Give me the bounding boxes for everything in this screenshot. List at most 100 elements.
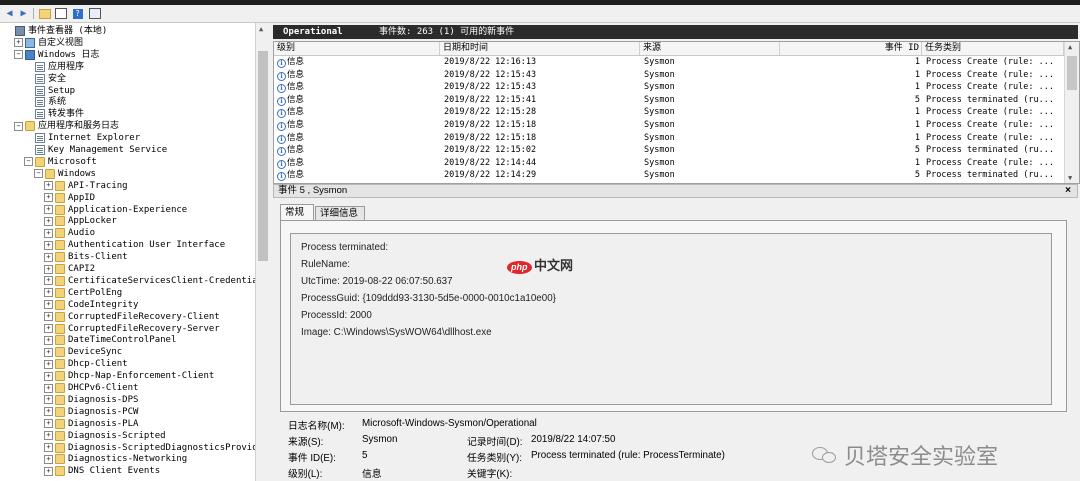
- event-row[interactable]: i 信息 2019/8/22 12:15:41 Sysmon 5 Process term…: [274, 94, 1064, 107]
- tree-item[interactable]: + Diagnostics-Networking: [44, 453, 187, 465]
- tree-item[interactable]: + Diagnosis-PCW: [44, 406, 138, 418]
- tree-item[interactable]: + Diagnosis-PLA: [44, 418, 138, 430]
- expand-icon[interactable]: +: [44, 240, 53, 250]
- expand-icon[interactable]: +: [44, 419, 53, 429]
- tree-item[interactable]: 安全: [24, 73, 66, 85]
- properties-icon[interactable]: [88, 7, 101, 20]
- tab-general[interactable]: 常规: [280, 204, 314, 220]
- tree-scrollbar-thumb[interactable]: [258, 51, 268, 261]
- tree-item[interactable]: + CodeIntegrity: [44, 299, 138, 311]
- tree-item[interactable]: + Bits-Client: [44, 251, 128, 263]
- tree-item[interactable]: Key Management Service: [24, 144, 167, 156]
- event-description[interactable]: Process terminated: RuleName: UtcTime: 2…: [290, 233, 1052, 405]
- grid-scrollbar-thumb[interactable]: [1067, 56, 1077, 90]
- expand-icon[interactable]: +: [44, 252, 53, 262]
- tree-item[interactable]: + DHCPv6-Client: [44, 382, 138, 394]
- tree-item[interactable]: Internet Explorer: [24, 132, 140, 144]
- expand-icon[interactable]: +: [44, 312, 53, 322]
- expand-icon[interactable]: +: [44, 347, 53, 357]
- forward-arrow-icon[interactable]: ▶: [17, 7, 30, 20]
- tree-item[interactable]: + CorruptedFileRecovery-Server: [44, 323, 220, 335]
- event-row[interactable]: i 信息 2019/8/22 12:15:43 Sysmon 1 Process Crea…: [274, 81, 1064, 94]
- expand-icon[interactable]: +: [44, 324, 53, 333]
- tree-item[interactable]: + DateTimeControlPanel: [44, 334, 176, 346]
- tree-item[interactable]: + Dhcp-Client: [44, 358, 128, 370]
- expand-icon[interactable]: +: [44, 443, 53, 452]
- collapse-icon[interactable]: −: [14, 50, 23, 60]
- tree-item[interactable]: + AppID: [44, 192, 95, 204]
- expand-icon[interactable]: +: [44, 335, 53, 345]
- tree-item[interactable]: − Windows 日志: [14, 49, 99, 61]
- tree-item[interactable]: − 应用程序和服务日志: [14, 120, 119, 132]
- event-level-cell: i 信息: [277, 132, 437, 145]
- tree-item[interactable]: + Dhcp-Nap-Enforcement-Client: [44, 370, 214, 382]
- expand-icon[interactable]: +: [44, 216, 53, 226]
- event-row[interactable]: i 信息 2019/8/22 12:15:02 Sysmon 5 Process term…: [274, 144, 1064, 157]
- tree-item[interactable]: 应用程序: [24, 61, 84, 73]
- tree-item[interactable]: + Diagnosis-ScriptedDiagnosticsProvide: [44, 442, 255, 454]
- expand-icon[interactable]: +: [44, 431, 53, 441]
- tree-item[interactable]: Setup: [24, 85, 75, 97]
- tree-item[interactable]: + Audio: [44, 227, 95, 239]
- console-icon[interactable]: [54, 7, 67, 20]
- expand-icon[interactable]: +: [44, 228, 53, 238]
- folder-up-icon[interactable]: [38, 7, 51, 20]
- expand-icon[interactable]: +: [44, 264, 53, 274]
- tree-item[interactable]: + Authentication User Interface: [44, 239, 225, 251]
- expand-icon[interactable]: +: [44, 466, 53, 476]
- tree-item-label: CodeIntegrity: [68, 299, 139, 310]
- tree-item[interactable]: − Windows: [34, 168, 96, 180]
- event-row[interactable]: i 信息 2019/8/22 12:16:13 Sysmon 1 Process Crea…: [274, 56, 1064, 69]
- expand-icon[interactable]: +: [44, 300, 53, 310]
- expand-icon[interactable]: +: [14, 38, 23, 48]
- event-row[interactable]: i 信息 2019/8/22 12:14:29 Sysmon 5 Process term…: [274, 169, 1064, 182]
- expand-icon[interactable]: +: [44, 276, 53, 286]
- expand-icon[interactable]: +: [44, 193, 53, 203]
- tree-item[interactable]: + 自定义视图: [14, 37, 83, 49]
- collapse-icon[interactable]: −: [34, 169, 43, 179]
- grid-scrollbar[interactable]: ▲ ▼: [1064, 42, 1079, 183]
- tree-item[interactable]: 系统: [24, 96, 66, 108]
- back-arrow-icon[interactable]: ◀: [3, 7, 16, 20]
- column-task-category[interactable]: 任务类别: [922, 42, 1064, 55]
- column-datetime[interactable]: 日期和时间: [440, 42, 640, 55]
- close-icon[interactable]: ×: [1065, 185, 1071, 197]
- expand-icon[interactable]: +: [44, 407, 53, 417]
- tree-item[interactable]: + AppLocker: [44, 215, 117, 227]
- tree-item[interactable]: 转发事件: [24, 108, 84, 120]
- expand-icon[interactable]: +: [44, 395, 53, 405]
- expand-icon[interactable]: +: [44, 181, 53, 191]
- expand-icon[interactable]: +: [44, 371, 53, 381]
- tree-item[interactable]: + CorruptedFileRecovery-Client: [44, 311, 220, 323]
- tree-item[interactable]: + Diagnosis-Scripted: [44, 430, 166, 442]
- tree-item[interactable]: + API-Tracing: [44, 180, 128, 192]
- event-row[interactable]: i 信息 2019/8/22 12:15:18 Sysmon 1 Process Crea…: [274, 119, 1064, 132]
- collapse-icon[interactable]: −: [14, 121, 23, 131]
- event-row[interactable]: i 信息 2019/8/22 12:15:18 Sysmon 1 Process Crea…: [274, 132, 1064, 145]
- help-icon[interactable]: ?: [71, 7, 84, 20]
- tree-item[interactable]: + Application-Experience: [44, 204, 187, 216]
- column-level[interactable]: 级别: [274, 42, 440, 55]
- column-source[interactable]: 来源: [640, 42, 780, 55]
- expand-icon[interactable]: +: [44, 359, 53, 369]
- expand-icon[interactable]: +: [44, 454, 53, 464]
- tree-item[interactable]: + CertPolEng: [44, 287, 122, 299]
- tree-item[interactable]: − Microsoft: [24, 156, 97, 168]
- event-row[interactable]: i 信息 2019/8/22 12:15:28 Sysmon 1 Process Crea…: [274, 106, 1064, 119]
- expand-icon[interactable]: +: [44, 288, 53, 298]
- event-level-cell: i 信息: [277, 119, 437, 132]
- tree-item[interactable]: + DeviceSync: [44, 346, 122, 358]
- column-event-id[interactable]: 事件 ID: [780, 42, 922, 55]
- expand-icon[interactable]: +: [44, 205, 53, 214]
- collapse-icon[interactable]: −: [24, 157, 33, 167]
- tab-details[interactable]: 详细信息: [315, 206, 365, 220]
- tree-item[interactable]: + CertificateServicesClient-Credential: [44, 275, 255, 287]
- tree-item[interactable]: + Diagnosis-DPS: [44, 394, 138, 406]
- event-row[interactable]: i 信息 2019/8/22 12:15:43 Sysmon 1 Process Crea…: [274, 69, 1064, 82]
- tree-scrollbar[interactable]: ▲: [255, 23, 270, 481]
- tree-item[interactable]: + DNS Client Events: [44, 465, 160, 477]
- expand-icon[interactable]: +: [44, 383, 53, 393]
- event-row[interactable]: i 信息 2019/8/22 12:14:44 Sysmon 1 Process Crea…: [274, 157, 1064, 170]
- tree-item[interactable]: + CAPI2: [44, 263, 95, 275]
- tree-item[interactable]: 事件查看器 (本地): [4, 25, 107, 37]
